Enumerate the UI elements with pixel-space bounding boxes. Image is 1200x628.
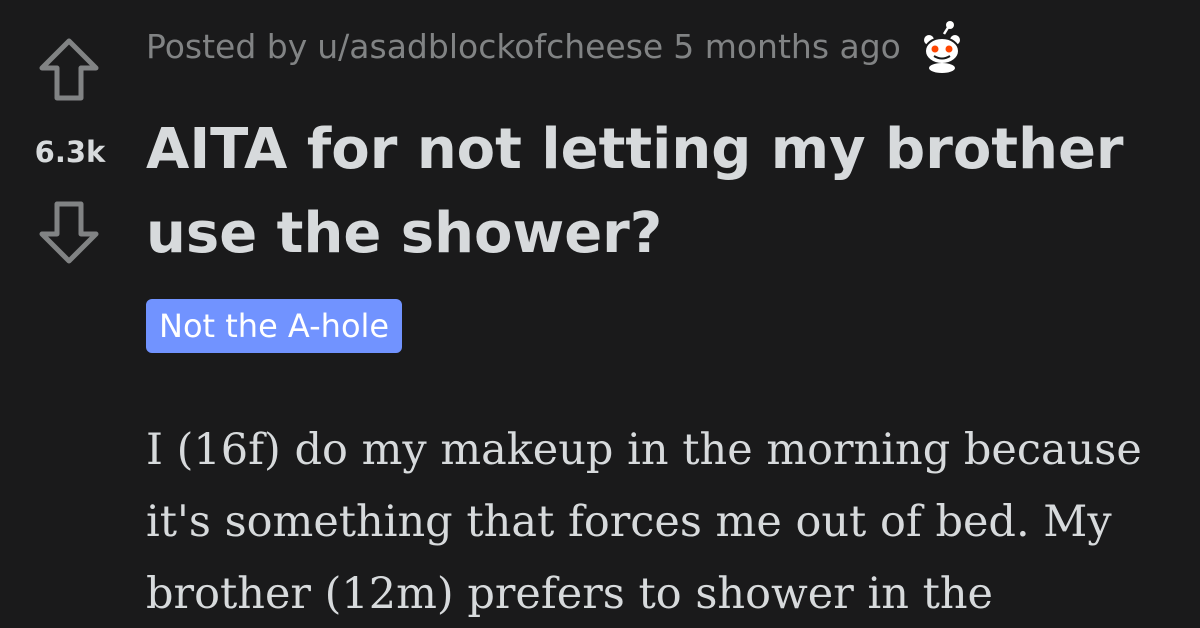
post-title[interactable]: AITA for not letting my brother use the … [146, 108, 1166, 276]
post-card: 6.3k Posted by u/asadblockofcheese 5 mon… [0, 0, 1200, 628]
vote-column: 6.3k [0, 0, 140, 628]
author-link[interactable]: u/asadblockofcheese [317, 27, 663, 66]
downvote-button[interactable] [34, 198, 104, 268]
post-flair[interactable]: Not the A-hole [146, 299, 403, 353]
posted-by-label: Posted by [146, 26, 308, 66]
post-meta: Posted by u/asadblockofcheese 5 months a… [146, 18, 969, 74]
post-body: I (16f) do my makeup in the morning beca… [146, 425, 1142, 619]
downvote-arrow-icon [39, 201, 99, 264]
snoo-award-icon [913, 18, 969, 74]
upvote-button[interactable] [34, 34, 104, 104]
vote-score: 6.3k [34, 135, 106, 169]
upvote-arrow-icon [39, 38, 99, 101]
post-age: 5 months ago [673, 26, 901, 66]
